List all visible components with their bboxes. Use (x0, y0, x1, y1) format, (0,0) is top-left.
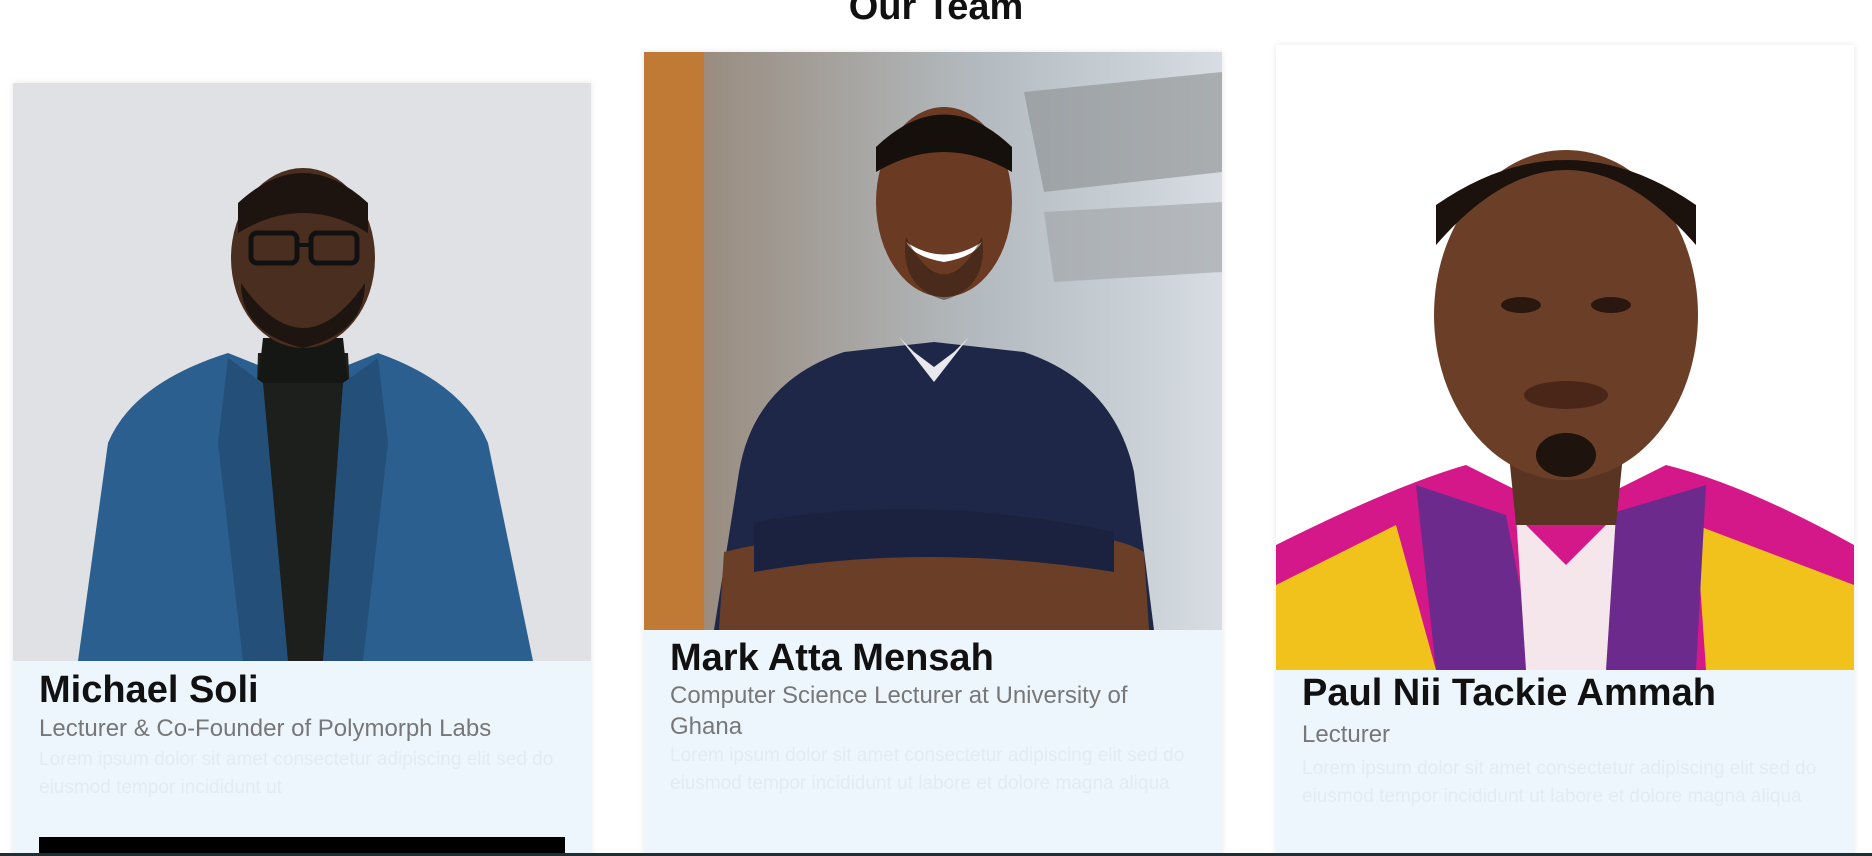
member-bio: Lorem ipsum dolor sit amet consectetur a… (670, 745, 1185, 794)
profile-photo (13, 83, 591, 661)
member-role: Computer Science Lecturer at University … (670, 682, 1128, 740)
team-card-paul-nii-tackie-ammah: Paul Nii Tackie Ammah Lecturer Lorem ips… (1276, 45, 1854, 856)
member-bio: Lorem ipsum dolor sit amet consectetur a… (1302, 758, 1817, 807)
section-title: Our Team (848, 0, 1024, 28)
person-portrait-image (1276, 45, 1854, 670)
person-portrait-image (13, 83, 591, 661)
team-card-michael-soli: Michael Soli Lecturer & Co-Founder of Po… (13, 83, 591, 856)
team-page: Our Team Michael Soli Lecturer & Co-Foun… (0, 0, 1872, 856)
team-card-mark-atta-mensah: Mark Atta Mensah Computer Science Lectur… (644, 52, 1222, 856)
member-name: Mark Atta Mensah (670, 637, 994, 679)
profile-photo (1276, 45, 1854, 670)
person-portrait-image (644, 52, 1222, 630)
member-name: Paul Nii Tackie Ammah (1302, 672, 1716, 714)
member-bio: Lorem ipsum dolor sit amet consectetur a… (39, 749, 554, 798)
member-role: Lecturer (1302, 721, 1391, 748)
member-name: Michael Soli (39, 669, 259, 711)
member-role: Lecturer & Co-Founder of Polymorph Labs (39, 715, 492, 742)
profile-photo (644, 52, 1222, 630)
